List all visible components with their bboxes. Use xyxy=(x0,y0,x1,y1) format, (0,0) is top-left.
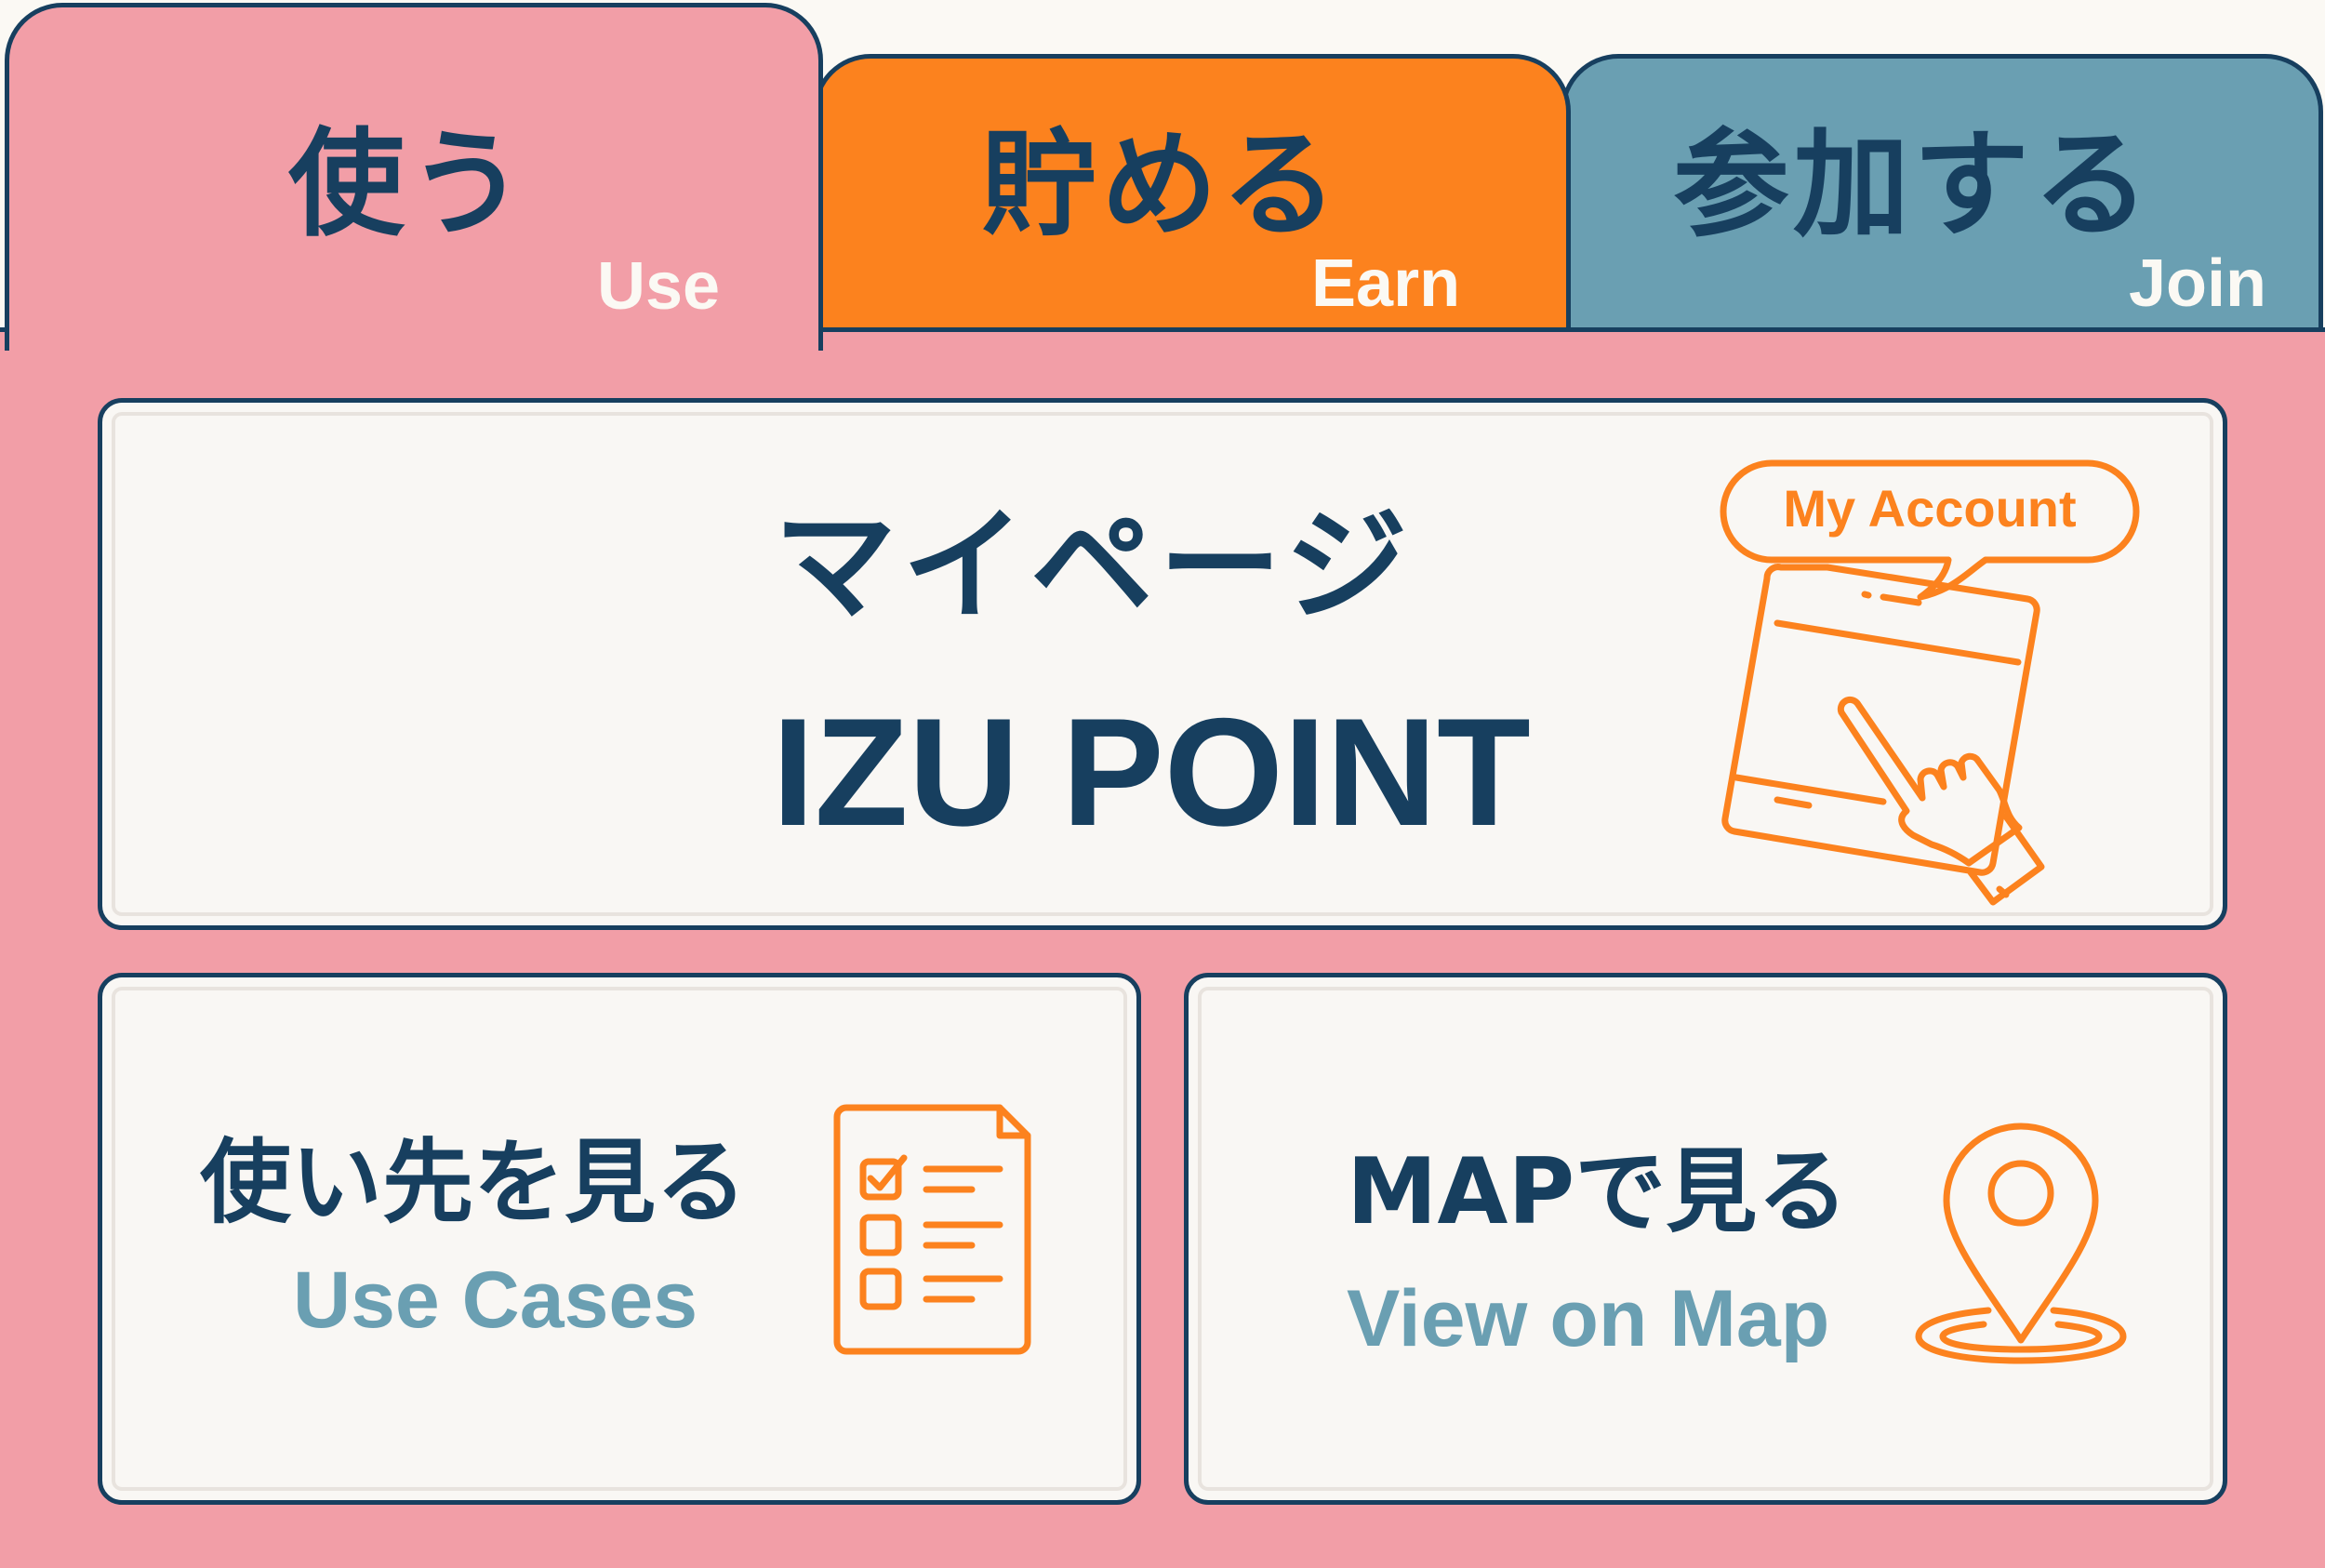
use-cases-card[interactable]: 使い先を見る Use Cases xyxy=(98,973,1141,1505)
use-cases-subtitle: Use Cases xyxy=(293,1256,698,1345)
tab-use[interactable]: 使う Use xyxy=(5,3,823,351)
mypage-card[interactable]: マイページ IZU POINT My Account xyxy=(98,398,2227,930)
map-card[interactable]: MAPで見る View on Map xyxy=(1184,973,2227,1505)
tab-join[interactable]: 参加する Join xyxy=(1561,54,2323,333)
phone-tap-icon: My Account xyxy=(1720,459,2140,906)
map-subtitle: View on Map xyxy=(1347,1274,1830,1363)
tab-use-label: 使う xyxy=(288,117,528,252)
map-title: MAPで見る xyxy=(1347,1139,1849,1245)
checklist-icon xyxy=(833,1104,1031,1355)
tab-join-sublabel: Join xyxy=(2129,246,2267,321)
mypage-title: マイページ xyxy=(774,495,1414,638)
phone-outline xyxy=(1721,564,2040,876)
tab-earn-label: 貯める xyxy=(981,118,1341,253)
tab-join-label: 参加する xyxy=(1673,118,2153,253)
map-pin-icon xyxy=(1915,1123,2127,1364)
bubble-label: My Account xyxy=(1783,479,2076,538)
tab-earn-sublabel: Earn xyxy=(1311,246,1461,321)
mypage-subtitle: IZU POINT xyxy=(772,686,1531,857)
use-cases-title: 使い先を見る xyxy=(200,1130,748,1236)
tab-use-sublabel: Use xyxy=(597,249,721,324)
tab-earn[interactable]: 貯める Earn xyxy=(813,54,1571,333)
